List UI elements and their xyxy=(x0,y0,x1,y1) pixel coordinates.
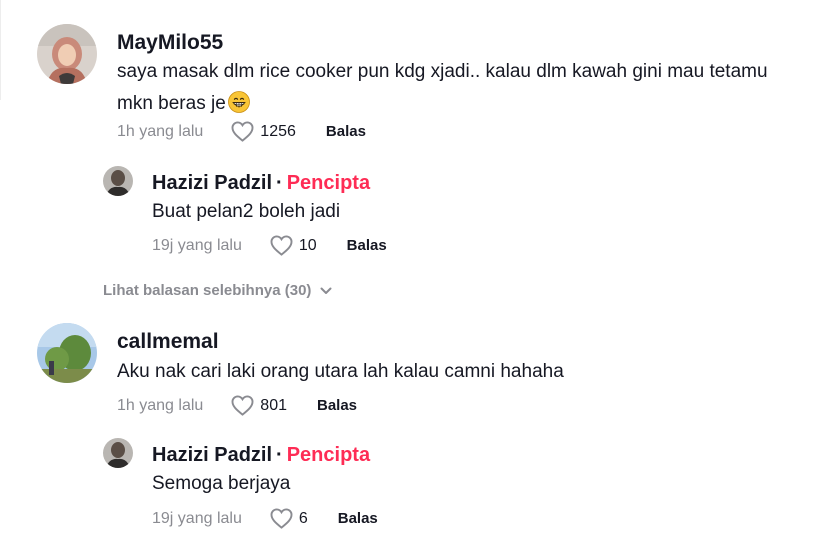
heart-outline-icon xyxy=(270,235,293,256)
creator-avatar-hazizi-padzil xyxy=(103,166,133,196)
comment-username[interactable]: callmemal xyxy=(117,330,219,354)
reply-username[interactable]: Hazizi Padzil xyxy=(152,444,272,466)
comment-time: 1h yang lalu xyxy=(117,122,204,140)
reply-username-line: Hazizi Padzil · Pencipta xyxy=(152,172,370,195)
comment-text-line: saya masak dlm rice cooker pun kdg xjadi… xyxy=(117,61,768,82)
creator-badge: Pencipta xyxy=(286,172,371,194)
user-avatar-maymilo55 xyxy=(37,24,97,84)
reply-text: Buat pelan2 boleh jadi xyxy=(152,201,341,222)
comment-text-line: mkn beras je xyxy=(117,88,807,120)
comment-username[interactable]: MayMilo55 xyxy=(117,31,223,55)
comment-meta: 1h yang lalu 801 Balas xyxy=(117,395,357,416)
reply-button[interactable]: Balas xyxy=(317,397,357,414)
comment-text-span: mkn beras je xyxy=(117,93,226,114)
reply-button[interactable]: Balas xyxy=(347,237,387,254)
like-button[interactable]: 1256 xyxy=(231,121,296,142)
like-count: 10 xyxy=(298,236,317,254)
creator-badge: Pencipta xyxy=(286,444,371,466)
view-more-replies-button[interactable]: Lihat balasan selebihnya (30) xyxy=(103,282,333,299)
separator-dot: · xyxy=(276,444,283,466)
reply-time: 19j yang lalu xyxy=(152,236,242,254)
view-more-replies-label: Lihat balasan selebihnya (30) xyxy=(103,282,312,299)
chevron-down-icon xyxy=(320,287,332,294)
comment-time: 1h yang lalu xyxy=(117,396,204,414)
reply-button[interactable]: Balas xyxy=(326,123,366,140)
avatar[interactable] xyxy=(37,323,97,383)
comment-text: saya masak dlm rice cooker pun kdg xjadi… xyxy=(117,56,807,120)
like-button[interactable]: 801 xyxy=(231,395,287,416)
reply-meta: 19j yang lalu 10 Balas xyxy=(152,235,387,256)
separator-dot: · xyxy=(276,172,283,194)
reply-time: 19j yang lalu xyxy=(152,509,242,527)
reply-text: Semoga berjaya xyxy=(152,473,291,494)
reply-username-line: Hazizi Padzil · Pencipta xyxy=(152,444,370,467)
user-avatar-callmemal xyxy=(37,323,97,383)
like-count: 801 xyxy=(260,396,287,414)
creator-avatar-hazizi-padzil xyxy=(103,438,133,468)
like-count: 6 xyxy=(298,509,308,527)
avatar[interactable] xyxy=(103,166,133,196)
reply-meta: 19j yang lalu 6 Balas xyxy=(152,508,378,529)
avatar[interactable] xyxy=(37,24,97,84)
heart-outline-icon xyxy=(231,121,254,142)
like-button[interactable]: 6 xyxy=(270,508,308,529)
heart-outline-icon xyxy=(270,508,293,529)
comment-meta: 1h yang lalu 1256 Balas xyxy=(117,121,366,142)
like-button[interactable]: 10 xyxy=(270,235,317,256)
reply-username[interactable]: Hazizi Padzil xyxy=(152,172,272,194)
avatar[interactable] xyxy=(103,438,133,468)
comment-text: Aku nak cari laki orang utara lah kalau … xyxy=(117,361,564,382)
heart-outline-icon xyxy=(231,395,254,416)
grinning-face-emoji-icon xyxy=(227,91,250,113)
reply-button[interactable]: Balas xyxy=(338,510,378,527)
like-count: 1256 xyxy=(260,122,296,140)
left-divider xyxy=(0,0,1,100)
